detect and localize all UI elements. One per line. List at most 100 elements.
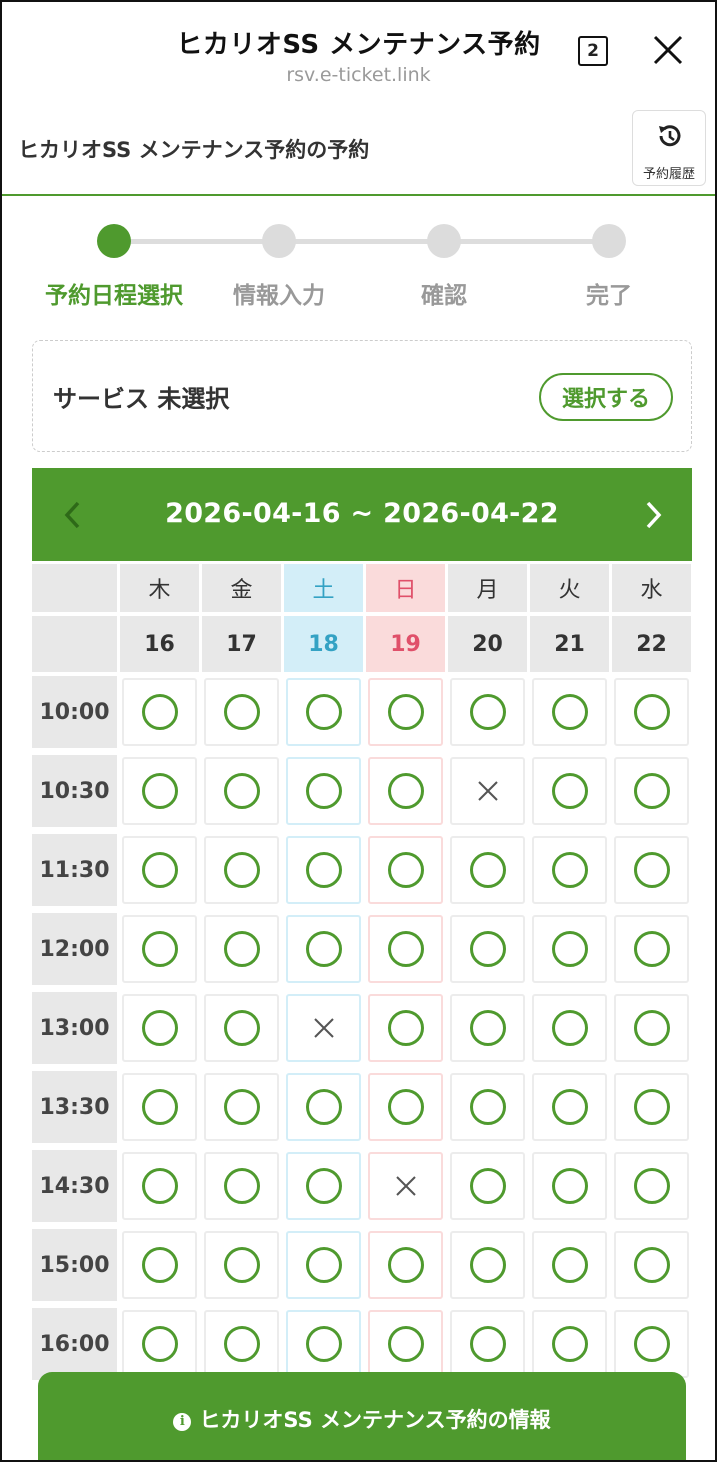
time-slot-available[interactable] (532, 836, 607, 904)
time-slot-available[interactable] (532, 1231, 607, 1299)
time-slot-available[interactable] (368, 678, 443, 746)
close-icon[interactable] (650, 32, 686, 68)
available-circle-icon (551, 773, 588, 809)
time-slot-available[interactable] (532, 757, 607, 825)
available-circle-icon (223, 1326, 260, 1362)
time-slot-available[interactable] (532, 678, 607, 746)
time-slot-available[interactable] (204, 1310, 279, 1378)
time-slot-available[interactable] (532, 915, 607, 983)
time-slot-available[interactable] (532, 994, 607, 1062)
available-circle-icon (633, 773, 670, 809)
time-slot-available[interactable] (450, 915, 525, 983)
time-slot-available[interactable] (122, 1310, 197, 1378)
time-slot-available[interactable] (122, 1152, 197, 1220)
available-circle-icon (141, 931, 178, 967)
time-slot-available[interactable] (122, 1231, 197, 1299)
time-slot-available[interactable] (614, 1073, 689, 1141)
time-slot-available[interactable] (450, 836, 525, 904)
time-slot-available[interactable] (286, 757, 361, 825)
available-circle-icon (551, 694, 588, 730)
available-circle-icon (387, 1326, 424, 1362)
time-slot-available[interactable] (286, 915, 361, 983)
info-bar-text: i ヒカリオSS メンテナンス予約の情報 (38, 1404, 686, 1434)
weekday-header: 火 (530, 564, 609, 612)
time-slot-available[interactable] (368, 836, 443, 904)
available-circle-icon (387, 1247, 424, 1283)
time-slot-available[interactable] (450, 994, 525, 1062)
time-slot-available[interactable] (204, 678, 279, 746)
unavailable-cross-icon (477, 781, 498, 801)
available-circle-icon (305, 773, 342, 809)
time-slot-available[interactable] (204, 1073, 279, 1141)
time-slot-available[interactable] (450, 1073, 525, 1141)
time-slot-available[interactable] (204, 757, 279, 825)
site-header: ヒカリオSS メンテナンス予約の予約 予約履歴 (2, 100, 715, 196)
time-slot-available[interactable] (286, 836, 361, 904)
available-circle-icon (633, 852, 670, 888)
browser-url[interactable]: rsv.e-ticket.link (2, 64, 715, 86)
history-label: 予約履歴 (642, 167, 695, 182)
unavailable-cross-icon (395, 1176, 416, 1196)
time-slot-available[interactable] (532, 1152, 607, 1220)
time-slot-available[interactable] (122, 1073, 197, 1141)
available-circle-icon (633, 1089, 670, 1125)
available-circle-icon (141, 1168, 178, 1204)
time-slot-available[interactable] (614, 915, 689, 983)
time-slot-available[interactable] (204, 915, 279, 983)
time-slot-available[interactable] (286, 1152, 361, 1220)
available-circle-icon (305, 1089, 342, 1125)
time-label: 13:30 (32, 1071, 117, 1143)
time-slot-available[interactable] (122, 757, 197, 825)
time-slot-available[interactable] (532, 1310, 607, 1378)
time-slot-available[interactable] (368, 994, 443, 1062)
time-slot-available[interactable] (204, 1152, 279, 1220)
chevron-right-icon[interactable] (638, 498, 668, 532)
available-circle-icon (633, 1010, 670, 1046)
available-circle-icon (141, 1089, 178, 1125)
time-slot-available[interactable] (614, 836, 689, 904)
time-slot-available[interactable] (122, 915, 197, 983)
time-slot-available[interactable] (614, 757, 689, 825)
available-circle-icon (633, 1247, 670, 1283)
time-slot-available[interactable] (450, 678, 525, 746)
time-slot-available[interactable] (204, 994, 279, 1062)
info-bar[interactable]: i ヒカリオSS メンテナンス予約の情報 (38, 1372, 686, 1460)
available-circle-icon (551, 1247, 588, 1283)
date-header: 22 (612, 616, 691, 672)
time-slot-available[interactable] (614, 1152, 689, 1220)
time-slot-available[interactable] (614, 678, 689, 746)
available-circle-icon (387, 1010, 424, 1046)
time-slot-available[interactable] (614, 1231, 689, 1299)
time-slot-available[interactable] (286, 678, 361, 746)
time-slot-available[interactable] (532, 1073, 607, 1141)
history-button[interactable]: 予約履歴 (632, 110, 706, 186)
select-service-button[interactable]: 選択する (539, 373, 673, 421)
time-slot-available[interactable] (122, 994, 197, 1062)
tab-count-button[interactable]: 2 (578, 36, 608, 66)
available-circle-icon (551, 1326, 588, 1362)
time-slot-available[interactable] (286, 1310, 361, 1378)
available-circle-icon (305, 694, 342, 730)
time-slot-available[interactable] (286, 1073, 361, 1141)
time-slot-available[interactable] (614, 1310, 689, 1378)
app-frame: ヒカリオSS メンテナンス予約 rsv.e-ticket.link 2 ヒカリオ… (0, 0, 717, 1462)
time-slot-available[interactable] (368, 915, 443, 983)
time-slot-available[interactable] (368, 1073, 443, 1141)
time-slot-available[interactable] (286, 1231, 361, 1299)
time-slot-unavailable (286, 994, 361, 1062)
time-slot-available[interactable] (368, 757, 443, 825)
time-slot-available[interactable] (450, 1152, 525, 1220)
time-slot-available[interactable] (368, 1310, 443, 1378)
time-slot-available[interactable] (204, 1231, 279, 1299)
time-label: 12:00 (32, 913, 117, 985)
time-slot-available[interactable] (450, 1310, 525, 1378)
time-slot-unavailable (450, 757, 525, 825)
time-slot-available[interactable] (368, 1231, 443, 1299)
date-header: 17 (202, 616, 281, 672)
time-slot-available[interactable] (122, 678, 197, 746)
time-slot-available[interactable] (614, 994, 689, 1062)
time-slot-available[interactable] (122, 836, 197, 904)
time-slot-available[interactable] (204, 836, 279, 904)
time-slot-available[interactable] (450, 1231, 525, 1299)
info-bar-label: ヒカリオSS メンテナンス予約の情報 (199, 1408, 551, 1432)
